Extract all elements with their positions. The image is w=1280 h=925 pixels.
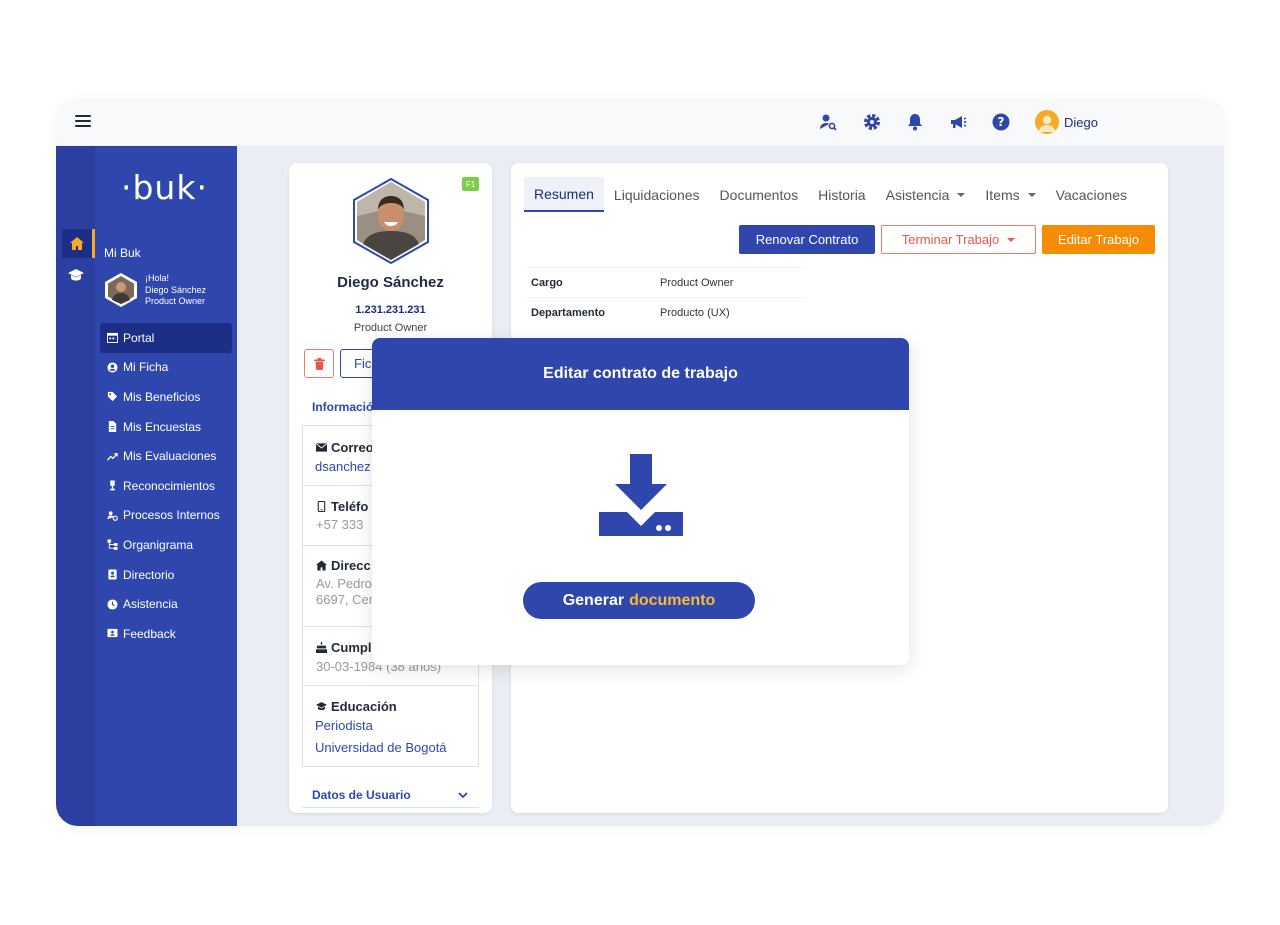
sidebar-section-title: Mi Buk [104,246,141,260]
detail-row: Departamento Producto (UX) [526,297,806,327]
chevron-down-icon[interactable] [457,790,469,800]
svg-text:?: ? [998,115,1005,129]
trophy-icon [110,480,115,491]
datos-usuario-toggle[interactable]: Datos de Usuario [312,788,411,802]
caret-down-icon [1027,192,1036,197]
tab-historia[interactable]: Historia [808,177,875,212]
tab-items[interactable]: Items [975,177,1045,212]
tab-documentos[interactable]: Documentos [710,177,809,212]
user-circle-icon [107,362,118,373]
email-label: Correo [331,440,374,455]
sidebar-item-mis-evaluaciones[interactable]: Mis Evaluaciones [100,441,232,471]
graduation-cap-icon[interactable] [68,268,84,282]
email-value[interactable]: dsanchez [315,459,371,474]
tab-liquidaciones[interactable]: Liquidaciones [604,177,710,212]
cake-icon [316,642,327,653]
phone-icon [317,501,326,512]
sidebar: ·buk· Mi Buk ¡Hola! Diego Sánchez Produc… [95,146,237,826]
calendar-icon [107,333,118,344]
megaphone-icon[interactable] [948,112,968,132]
org-chart-icon [107,539,118,551]
profile-name: Diego Sánchez [337,274,444,291]
profile-badge: F1 [462,177,479,191]
bell-icon[interactable] [905,112,925,132]
delete-button[interactable] [304,349,334,378]
detail-row: Cargo Product Owner [526,267,806,297]
sidebar-item-procesos-internos[interactable]: Procesos Internos [100,501,232,531]
top-bar: ? Diego [56,99,1224,146]
birthday-label: Cumpl [331,640,372,655]
modal-title: Editar contrato de trabajo [372,338,909,410]
sidebar-item-organigrama[interactable]: Organigrama [100,530,232,560]
address-value: Av. Pedro 6697, Cer [316,576,374,607]
sidebar-item-asistencia[interactable]: Asistencia [100,589,232,619]
sidebar-item-feedback[interactable]: Feedback [100,619,232,649]
sidebar-avatar [105,273,137,307]
tab-resumen[interactable]: Resumen [524,177,604,212]
sidebar-item-reconocimientos[interactable]: Reconocimientos [100,471,232,501]
sidebar-item-mis-encuestas[interactable]: Mis Encuestas [100,412,232,442]
profile-role: Product Owner [353,322,428,334]
tag-icon [107,392,118,402]
editar-trabajo-button[interactable]: Editar Trabajo [1042,225,1155,254]
user-menu[interactable]: Diego [1035,110,1098,134]
profile-photo [353,178,429,264]
tab-bar: Resumen Liquidaciones Documentos Histori… [524,177,1137,212]
tab-vacaciones[interactable]: Vacaciones [1046,177,1137,212]
user-avatar [1035,110,1059,134]
rail-home-button[interactable] [62,229,95,258]
caret-down-icon [1007,237,1016,242]
tab-asistencia[interactable]: Asistencia [876,177,976,212]
trend-icon [107,452,118,461]
terminar-trabajo-button[interactable]: Terminar Trabajo [881,225,1036,254]
user-name: Diego [1064,114,1098,130]
caret-down-icon [957,192,966,197]
education-school[interactable]: Universidad de Bogotá [315,740,447,755]
clock-icon [107,599,118,610]
trash-icon [313,357,325,370]
education-label: Educación [331,699,397,714]
sidebar-item-mis-beneficios[interactable]: Mis Beneficios [100,382,232,412]
divider [302,807,479,808]
education-degree[interactable]: Periodista [315,718,373,733]
address-label: Direcc [331,558,371,573]
download-icon [599,454,683,536]
education-section: Educación Periodista Universidad de Bogo… [303,686,478,767]
gear-icon[interactable] [862,112,882,132]
sidebar-item-mi-ficha[interactable]: Mi Ficha [100,353,232,383]
house-icon [316,560,327,571]
feedback-icon [107,629,118,638]
generar-documento-button[interactable]: Generar documento [523,582,755,619]
phone-label: Teléfo [331,499,369,514]
app-rail [56,146,95,826]
envelope-icon [316,443,327,452]
sidebar-item-portal[interactable]: Portal [100,323,232,353]
buk-logo[interactable]: ·buk· [121,168,208,207]
sidebar-greeting: ¡Hola! Diego Sánchez Product Owner [145,273,207,306]
document-icon [108,421,117,433]
renovar-contrato-button[interactable]: Renovar Contrato [739,225,875,254]
edit-contract-modal: Editar contrato de trabajo Generar docume… [372,338,909,665]
user-search-icon[interactable] [818,112,838,132]
help-icon[interactable]: ? [991,112,1011,132]
info-section-title[interactable]: Informació [312,400,373,414]
sidebar-nav: Portal Mi Ficha Mis Beneficios Mis Encue… [100,323,232,649]
graduation-cap-icon [316,702,327,711]
home-icon [70,237,84,250]
sidebar-item-directorio[interactable]: Directorio [100,560,232,590]
people-gear-icon [107,511,118,521]
menu-icon[interactable] [75,115,91,129]
phone-value: +57 333 [316,517,364,532]
profile-rut: 1.231.231.231 [355,304,426,316]
contact-book-icon [108,569,117,580]
